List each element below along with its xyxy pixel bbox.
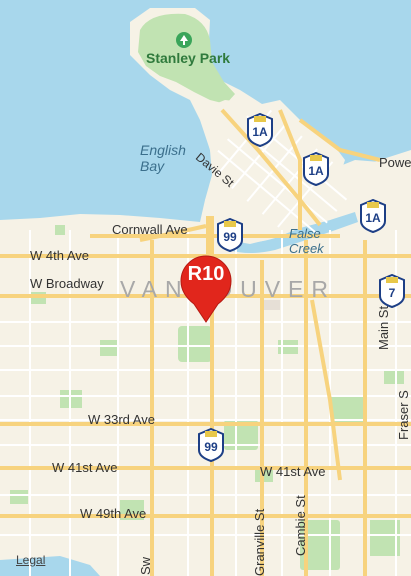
street-label-sw: Sw — [138, 556, 153, 575]
street-label-broadway: W Broadway — [30, 276, 104, 291]
legal-link[interactable]: Legal — [16, 553, 45, 567]
pin-label: R10 — [187, 263, 225, 285]
highway-shield-99[interactable]: 99 — [216, 218, 244, 252]
street-label-main: Main St — [376, 305, 391, 350]
highway-shield-1a[interactable]: 1A — [359, 199, 387, 233]
street-label-cornwall: Cornwall Ave — [112, 222, 188, 237]
highway-shield-1a[interactable]: 1A — [302, 152, 330, 186]
street-label-33rd: W 33rd Ave — [88, 412, 155, 427]
map-view[interactable]: Stanley Park English Bay False Creek Dav… — [0, 0, 411, 576]
water-label-false-creek: False Creek — [289, 226, 324, 256]
street-label-41st-east: W 41st Ave — [260, 464, 326, 479]
street-label-granville: Granville St — [252, 508, 267, 576]
highway-shield-7[interactable]: 7 — [378, 274, 406, 308]
street-label-cambie: Cambie St — [293, 495, 308, 556]
street-label-4th: W 4th Ave — [30, 248, 90, 263]
water-label-english-bay: English Bay — [140, 142, 186, 174]
highway-shield-1a[interactable]: 1A — [246, 113, 274, 147]
street-label-41st-west: W 41st Ave — [52, 460, 118, 475]
highway-shield-99[interactable]: 99 — [197, 428, 225, 462]
street-label-49th: W 49th Ave — [80, 506, 147, 521]
street-label-powel: Powel — [379, 155, 411, 170]
tree-icon — [176, 32, 192, 48]
selected-map-pin[interactable]: R10 — [178, 254, 234, 324]
park-label-stanley: Stanley Park — [146, 50, 231, 66]
street-label-fraser: Fraser S — [396, 390, 411, 440]
